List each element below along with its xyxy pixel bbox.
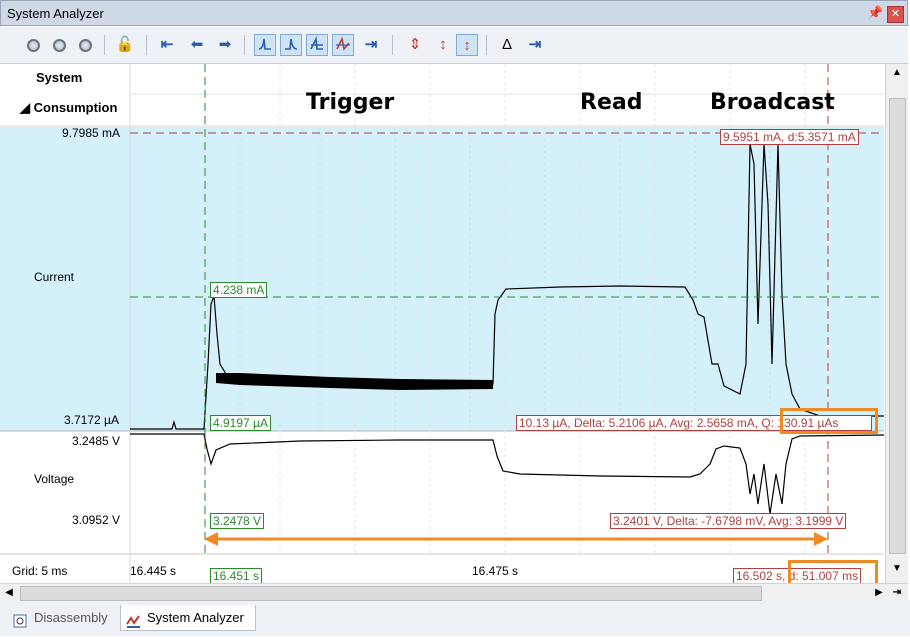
edge-rise-icon[interactable] (254, 34, 276, 56)
toolbar: 🔓 ⇤ ⬅ ➡ ⇥ ⇕ ↕ ↕ Δ ⇥ (0, 27, 908, 64)
tab-disassembly-label: Disassembly (34, 610, 108, 625)
horizontal-scroll-thumb[interactable] (20, 586, 762, 601)
range-arrow (204, 532, 828, 546)
voltage-label: Voltage (34, 472, 75, 486)
back-icon[interactable]: ⬅ (186, 34, 208, 56)
bottom-tab-bar: Disassembly System Analyzer (0, 601, 910, 636)
scroll-right-icon[interactable]: ▶ (870, 584, 888, 602)
pin-icon[interactable]: 📌 (867, 4, 883, 22)
ampere-scale-icon[interactable]: ↕ (456, 34, 478, 56)
jump-end-icon[interactable]: ⇥ (524, 34, 546, 56)
collapse-icon[interactable]: ↕ (432, 34, 454, 56)
collapse-triangle-icon[interactable]: ◢ (20, 100, 30, 115)
charge-highlight-box (780, 408, 878, 434)
toolbar-separator (486, 35, 487, 55)
toolbar-separator (392, 35, 393, 55)
broadcast-annotation: Broadcast (710, 90, 835, 115)
voltage-trace (130, 433, 884, 515)
current-min-label: 3.7172 µA (64, 413, 119, 427)
horizontal-scrollbar[interactable]: ◀ ▶ ⇥ (0, 583, 908, 602)
scroll-left-icon[interactable]: ◀ (0, 584, 18, 602)
scroll-up-icon[interactable]: ▲ (886, 64, 908, 82)
expand-icon[interactable]: ⇕ (404, 34, 426, 56)
edge-fall-icon[interactable] (280, 34, 302, 56)
tab-system-analyzer-label: System Analyzer (147, 610, 244, 625)
tab-system-analyzer[interactable]: System Analyzer (120, 605, 256, 631)
window-title: System Analyzer (7, 6, 104, 21)
consumption-label[interactable]: ◢ Consumption (20, 100, 117, 116)
lock-icon[interactable]: 🔓 (114, 34, 136, 56)
time-left-label: 16.445 s (130, 564, 177, 578)
current-max-label: 9.7985 mA (62, 126, 121, 140)
forward-icon[interactable]: ➡ (214, 34, 236, 56)
delta-icon[interactable]: Δ (496, 34, 518, 56)
zoom-fit-icon[interactable] (48, 34, 70, 56)
zoom-out-icon[interactable] (74, 34, 96, 56)
sync-icon[interactable]: ⇥ (360, 34, 382, 56)
toolbar-separator (244, 35, 245, 55)
vertical-scrollbar[interactable]: ▲ ▼ (885, 64, 908, 583)
disassembly-icon (13, 611, 28, 628)
scroll-end-icon[interactable]: ⇥ (888, 584, 906, 602)
toolbar-separator (104, 35, 105, 55)
current-max-readout: 9.5951 mA, d:5.3571 mA (720, 129, 859, 145)
window-titlebar: System Analyzer 📌 ✕ (0, 0, 908, 26)
tab-disassembly[interactable]: Disassembly (8, 605, 118, 631)
current-low-readout: 4.9197 µA (210, 415, 271, 431)
trigger-annotation: Trigger (306, 90, 395, 115)
goto-start-icon[interactable]: ⇤ (156, 34, 178, 56)
close-button[interactable]: ✕ (887, 6, 904, 23)
analyzer-plot[interactable]: System ◢ Consumption 9.7985 mA Current 3… (0, 64, 884, 588)
grid-label: Grid: 5 ms (12, 564, 68, 578)
voltage-min-label: 3.0952 V (72, 513, 121, 527)
zoom-in-icon[interactable] (22, 34, 44, 56)
current-label: Current (34, 270, 75, 284)
scroll-down-icon[interactable]: ▼ (886, 560, 908, 578)
current-cursor-readout: 4.238 mA (210, 282, 268, 298)
voltage-stats-readout: 3.2401 V, Delta: -7.6798 mV, Avg: 3.1999… (610, 513, 847, 529)
voltage-cursor-readout: 3.2478 V (210, 513, 265, 529)
read-annotation: Read (580, 90, 643, 115)
edge-mark-icon[interactable] (332, 34, 354, 56)
vertical-scroll-thumb[interactable] (889, 98, 906, 554)
time-mid-label: 16.475 s (472, 564, 519, 578)
voltage-max-label: 3.2485 V (72, 434, 121, 448)
analyzer-icon (126, 611, 141, 628)
system-label: System (36, 70, 83, 85)
time-start-readout: 16.451 s (210, 568, 263, 584)
toolbar-separator (146, 35, 147, 55)
edge-any-icon[interactable] (306, 34, 328, 56)
